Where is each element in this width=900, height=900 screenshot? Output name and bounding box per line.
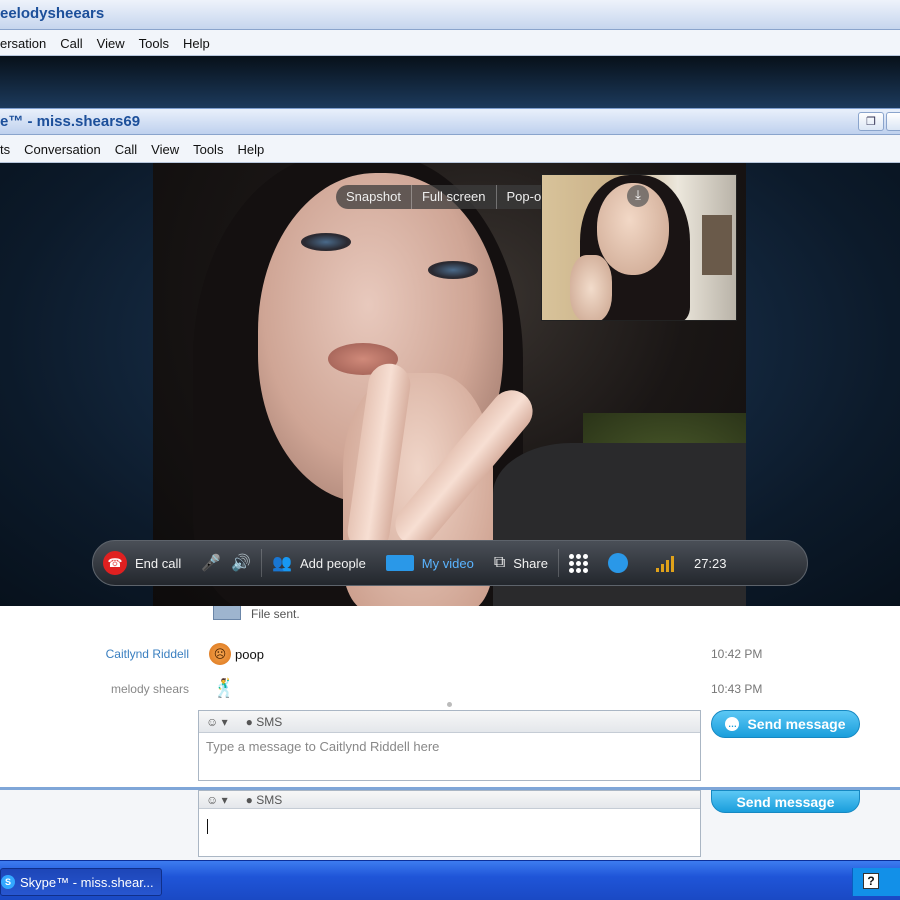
video-camera-icon (385, 555, 414, 571)
add-people-label: Add people (300, 555, 366, 571)
taskbar: S Skype™ - miss.shear... ? (0, 860, 900, 900)
menu-contacts[interactable]: ts (0, 142, 10, 157)
send-message-button[interactable]: … Send message (711, 710, 860, 738)
front-window-menubar: ts Conversation Call View Tools Help (0, 135, 900, 163)
share-screen-icon: ⧉ (493, 554, 506, 571)
front-window-titlebar[interactable]: e™ - miss.shears69 ❐ (0, 108, 900, 135)
show-im-button[interactable] (598, 540, 638, 586)
video-overlay-toolbar: Snapshot Full screen Pop-out (336, 185, 563, 209)
text-caret (207, 819, 208, 834)
back-window-menubar: ersation Call View Tools Help (0, 30, 900, 56)
share-button[interactable]: ⧉ Share (484, 540, 558, 586)
speaker-icon: 🔊 (231, 555, 252, 572)
back-menu-call[interactable]: Call (60, 36, 82, 51)
dancing-emoticon-icon: 🕺 (213, 678, 236, 698)
message-composer: ☺ ▾ ● SMS (198, 790, 701, 857)
my-video-button[interactable]: My video (376, 540, 484, 586)
sms-toggle[interactable]: ● SMS (246, 793, 283, 807)
people-icon: 👥 (272, 555, 293, 572)
end-call-label: End call (135, 555, 182, 571)
restore-icon[interactable]: ❐ (858, 112, 884, 131)
file-sent-notice: File sent. (251, 607, 300, 621)
back-window-title: eelodysheears (0, 5, 105, 22)
menu-tools[interactable]: Tools (193, 142, 223, 157)
menu-call[interactable]: Call (115, 142, 137, 157)
snapshot-button[interactable]: Snapshot (336, 185, 412, 209)
call-control-bar: ☎ End call 🎤 🔊 👥 Add people My video ⧉ S… (92, 540, 808, 586)
system-tray: ? (852, 868, 900, 896)
call-quality-button[interactable] (646, 540, 684, 586)
message-time: 10:43 PM (711, 682, 763, 696)
skype-icon: S (1, 875, 15, 889)
dialpad-icon (568, 553, 588, 573)
taskbar-skype-button[interactable]: S Skype™ - miss.shear... (0, 868, 162, 896)
menu-help[interactable]: Help (237, 142, 264, 157)
menu-view[interactable]: View (151, 142, 179, 157)
menu-conversation[interactable]: Conversation (24, 142, 101, 157)
speaker-button[interactable]: 🔊 (231, 540, 261, 586)
end-call-button[interactable]: ☎ End call (93, 540, 191, 586)
video-person-eye-left (301, 233, 351, 251)
send-message-label: Send message (736, 793, 835, 810)
sms-toggle[interactable]: ● SMS (246, 715, 283, 729)
composer-toolbar: ☺ ▾ ● SMS (199, 711, 700, 733)
signal-strength-icon (655, 554, 674, 572)
message-text: poop (235, 646, 264, 662)
microphone-muted-icon: 🎤 (201, 555, 222, 572)
sms-label: SMS (256, 714, 283, 729)
emoticon-picker-icon[interactable]: ☺ ▾ (206, 793, 228, 807)
self-video-preview[interactable]: ⤓ (541, 174, 737, 321)
chat-message-row: melody shears 🕺 10:43 PM (0, 678, 900, 700)
pip-person-hand (570, 255, 612, 320)
message-input[interactable]: Type a message to Caitlynd Riddell here (199, 733, 700, 760)
call-duration-label: 27:23 (693, 555, 727, 571)
send-message-label: Send message (747, 716, 846, 732)
share-label: Share (513, 555, 548, 571)
chat-bubble-icon (607, 553, 628, 573)
splitter-handle[interactable] (447, 702, 452, 707)
close-icon[interactable] (886, 112, 900, 131)
download-icon[interactable]: ⤓ (627, 185, 649, 207)
message-sender[interactable]: melody shears (111, 682, 189, 696)
angry-emoticon-icon: ☹ (209, 643, 231, 665)
chat-message-row: Caitlynd Riddell ☹ poop 10:42 PM (0, 643, 900, 665)
message-composer: ☺ ▾ ● SMS Type a message to Caitlynd Rid… (198, 710, 701, 781)
back-menu-conversation[interactable]: ersation (0, 36, 46, 51)
front-window-title: e™ - miss.shears69 (0, 113, 141, 130)
video-person-eye-right (428, 261, 478, 279)
taskbar-skype-label: Skype™ - miss.shear... (20, 874, 154, 890)
my-video-label: My video (421, 555, 474, 571)
back-window-composer-area: ☺ ▾ ● SMS Send message (0, 787, 900, 860)
video-call-area: Snapshot Full screen Pop-out ⤓ ☎ End cal… (0, 163, 900, 606)
back-window-content (0, 56, 900, 108)
back-window-titlebar[interactable]: eelodysheears (0, 0, 900, 30)
composer-toolbar: ☺ ▾ ● SMS (199, 791, 700, 809)
message-body: 🕺 (209, 678, 235, 699)
send-message-button[interactable]: Send message (711, 790, 860, 813)
pip-background-shelf (702, 215, 732, 275)
help-icon[interactable]: ? (863, 873, 879, 889)
chat-bubble-icon: … (725, 717, 740, 731)
back-menu-view[interactable]: View (97, 36, 125, 51)
back-menu-tools[interactable]: Tools (139, 36, 169, 51)
file-icon (213, 606, 241, 620)
call-duration: 27:23 (684, 540, 737, 586)
sms-label: SMS (256, 792, 283, 807)
message-time: 10:42 PM (711, 647, 763, 661)
add-people-button[interactable]: 👥 Add people (262, 540, 376, 586)
mute-microphone-button[interactable]: 🎤 (191, 540, 231, 586)
back-menu-help[interactable]: Help (183, 36, 210, 51)
message-sender[interactable]: Caitlynd Riddell (106, 647, 189, 661)
full-screen-button[interactable]: Full screen (412, 185, 497, 209)
chat-history: File sent. Caitlynd Riddell ☹ poop 10:42… (0, 606, 900, 787)
emoticon-picker-icon[interactable]: ☺ ▾ (206, 715, 228, 729)
message-body: ☹ poop (209, 643, 264, 665)
phone-hangup-icon: ☎ (103, 551, 127, 575)
dialpad-button[interactable] (559, 540, 598, 586)
